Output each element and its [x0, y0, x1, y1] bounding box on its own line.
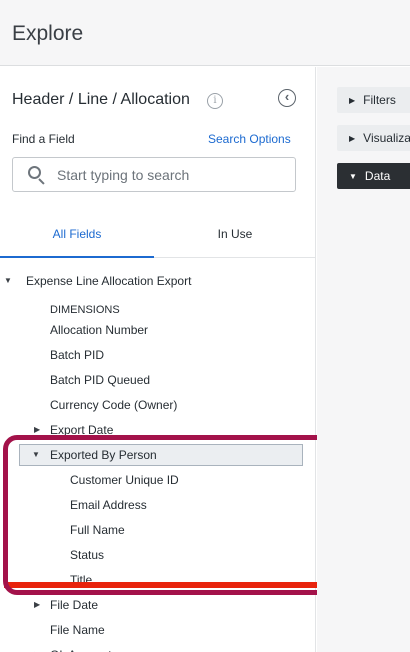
tab-in-use[interactable]: In Use — [154, 220, 316, 258]
field-item[interactable]: Currency Code (Owner) — [0, 394, 316, 416]
group-label: File Date — [50, 598, 99, 612]
collapse-panel-icon[interactable]: ‹ — [278, 89, 296, 107]
group-label: GL Account — [50, 644, 112, 652]
info-icon[interactable]: i — [207, 93, 223, 109]
view-row[interactable]: ▼ Expense Line Allocation Export — [0, 270, 316, 292]
annotation-highlight-box — [3, 435, 331, 595]
view-label: Expense Line Allocation Export — [26, 274, 192, 288]
data-label: Data — [364, 169, 391, 183]
caret-right-icon: ▶ — [349, 134, 356, 143]
field-item[interactable]: Batch PID Queued — [0, 369, 316, 391]
dimensions-label: DIMENSIONS — [50, 304, 120, 316]
field-label: Batch PID Queued — [50, 373, 151, 387]
field-label: File Name — [50, 623, 105, 637]
tab-all-fields[interactable]: All Fields — [0, 220, 154, 258]
field-tabs: All Fields In Use — [0, 220, 316, 258]
field-label: Batch PID — [50, 348, 105, 362]
field-search-input[interactable] — [57, 165, 287, 185]
filters-label: Filters — [363, 93, 396, 107]
caret-right-icon: ▶ — [34, 600, 41, 609]
search-icon — [28, 166, 45, 185]
field-item[interactable]: File Name — [0, 619, 316, 641]
visualization-toggle-button[interactable]: ▶ Visualization — [337, 125, 410, 151]
find-field-label: Find a Field — [12, 132, 75, 146]
caret-down-icon: ▼ — [4, 276, 12, 285]
filters-toggle-button[interactable]: ▶ Filters — [337, 87, 410, 113]
data-toggle-button[interactable]: ▼ Data — [337, 163, 410, 189]
app-header: Explore — [0, 0, 410, 66]
search-options-link[interactable]: Search Options — [208, 132, 291, 146]
visualization-label: Visualization — [363, 131, 410, 145]
caret-down-icon: ▼ — [349, 172, 357, 181]
dimensions-heading: DIMENSIONS — [0, 299, 316, 321]
group-file-date[interactable]: ▶ File Date — [0, 594, 316, 616]
field-label: Allocation Number — [50, 323, 149, 337]
results-panel: ▶ Filters ▶ Visualization ▼ Data — [317, 67, 410, 652]
explore-title: Header / Line / Allocation — [12, 91, 190, 108]
field-label: Currency Code (Owner) — [50, 398, 178, 412]
caret-right-icon: ▶ — [34, 644, 40, 652]
caret-right-icon: ▶ — [349, 96, 356, 105]
group-gl-account[interactable]: ▶ GL Account — [0, 644, 316, 652]
field-item[interactable]: Allocation Number — [0, 319, 316, 341]
page-title: Explore — [12, 22, 84, 45]
field-search-box[interactable] — [12, 157, 296, 192]
field-item[interactable]: Batch PID — [0, 344, 316, 366]
